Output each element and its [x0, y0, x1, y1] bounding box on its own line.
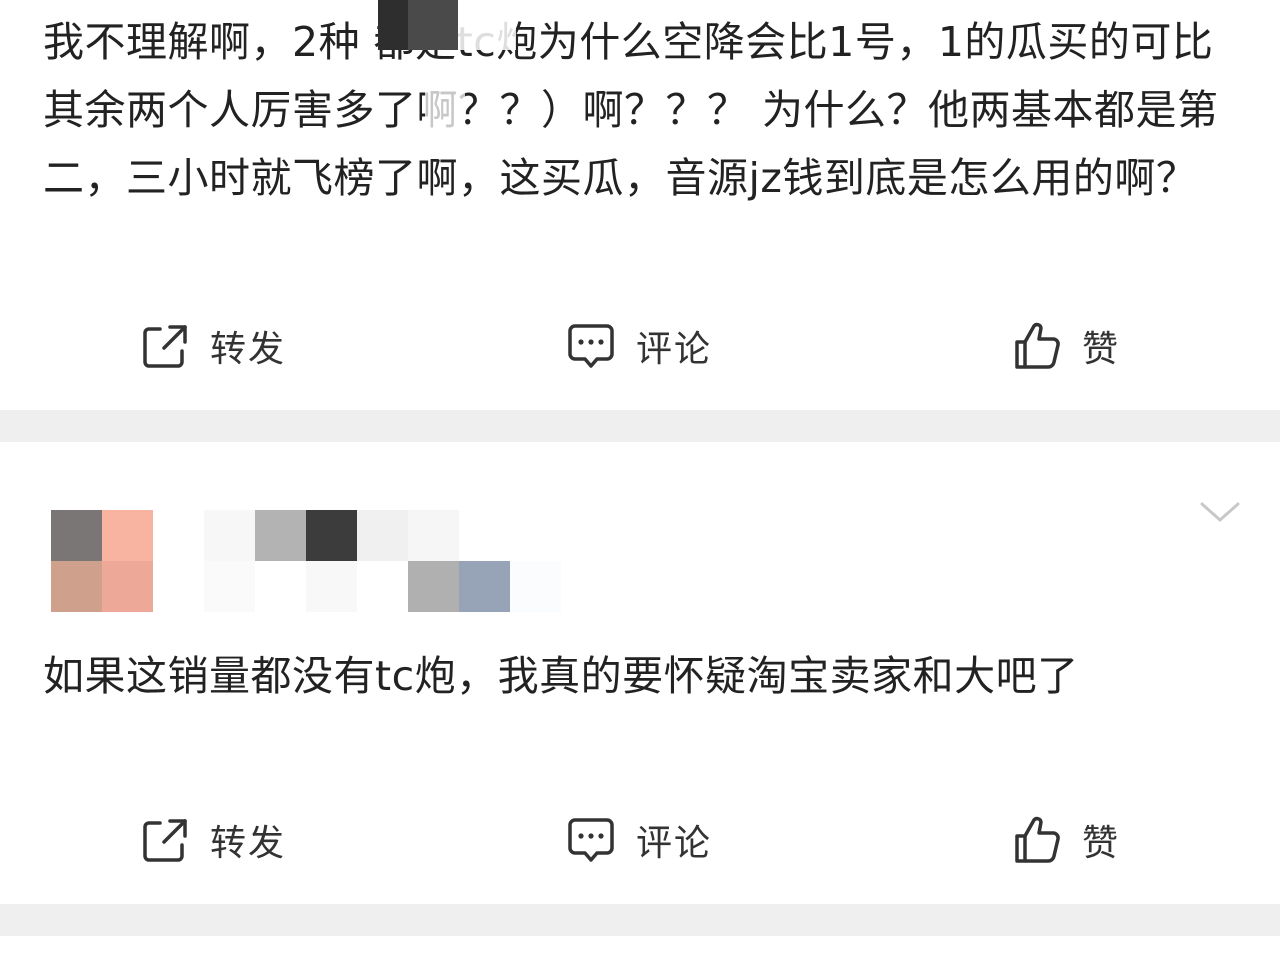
card-separator [0, 904, 1280, 936]
post-body-text: 我不理解啊，2种 都是tc炮为什么空降会比1号，1的瓜买的可比其余两个人厉害多了… [43, 18, 1219, 202]
comment-label: 评论 [636, 329, 713, 370]
username-obscured[interactable] [204, 510, 614, 612]
chevron-down-icon[interactable] [1198, 496, 1242, 526]
post-card-2: 如果这销量都没有tc炮，我真的要怀疑淘宝卖家和大吧了 转发 评论 赞 [0, 442, 1280, 904]
censor-block [425, 82, 465, 132]
avatar[interactable] [51, 510, 153, 612]
chat-bubble-icon [568, 324, 614, 368]
share-out-icon [143, 325, 187, 368]
share-out-icon [143, 819, 187, 862]
censor-block [408, 0, 458, 50]
action-bar: 转发 评论 赞 [0, 316, 1280, 376]
comment-label: 评论 [636, 823, 713, 864]
repost-label: 转发 [210, 823, 287, 864]
repost-button[interactable]: 转发 [140, 316, 286, 376]
repost-label: 转发 [210, 329, 287, 370]
thumbs-up-icon [1015, 816, 1060, 863]
comment-button[interactable]: 评论 [566, 316, 712, 376]
repost-button[interactable]: 转发 [140, 810, 286, 870]
like-button[interactable]: 赞 [1012, 316, 1120, 376]
post-card-1: 我不理解啊，2种 都是tc炮为什么空降会比1号，1的瓜买的可比其余两个人厉害多了… [0, 0, 1280, 410]
like-label: 赞 [1082, 823, 1121, 864]
action-bar: 转发 评论 赞 [0, 810, 1280, 870]
chat-bubble-icon [568, 818, 614, 862]
post-body-text: 如果这销量都没有tc炮，我真的要怀疑淘宝卖家和大吧了 [43, 652, 1079, 700]
like-button[interactable]: 赞 [1012, 810, 1120, 870]
next-card-top [0, 936, 1280, 953]
like-label: 赞 [1082, 329, 1121, 370]
comment-button[interactable]: 评论 [566, 810, 712, 870]
card-separator [0, 410, 1280, 442]
thumbs-up-icon [1015, 322, 1060, 369]
censor-block [458, 0, 516, 50]
